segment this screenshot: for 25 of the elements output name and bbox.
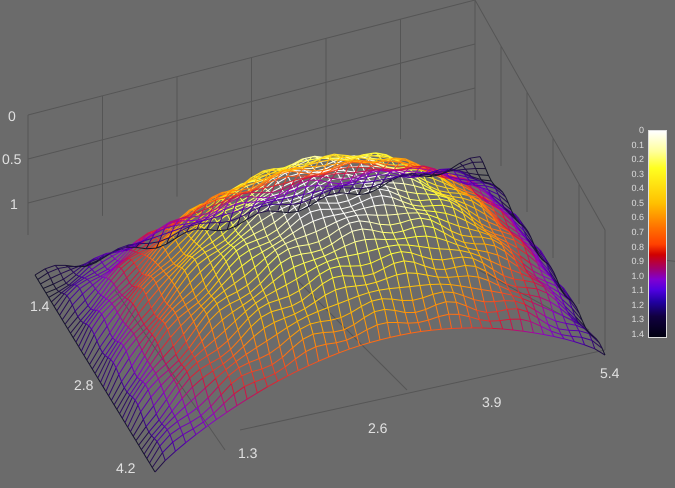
colorbar-tick-label: 1.2 (630, 300, 644, 310)
x-axis-tick-label: 3.9 (482, 394, 502, 410)
z-axis-tick-label: 0 (8, 108, 16, 124)
colorbar-tick-label: 0 (638, 125, 644, 135)
colorbar-tick-label: 0.4 (630, 183, 644, 194)
z-axis-tick-label: 0.5 (2, 151, 22, 167)
colorbar-tick-label: 1.0 (630, 270, 644, 281)
colorbar-tick-label: 0.6 (630, 212, 644, 222)
x-axis-tick-label: 5.4 (600, 365, 620, 381)
colorbar-tick-label: 0.5 (630, 198, 644, 208)
z-axis-tick-label: 1 (10, 196, 18, 212)
colorbar-tick-label: 1.3 (630, 314, 644, 324)
colorbar-tick-label: 0.7 (630, 227, 644, 237)
colorbar-tick-label: 0.1 (630, 140, 644, 150)
colorbar-tick-label: 1.4 (630, 329, 644, 339)
colorbar-tick-label: 0.8 (630, 242, 644, 252)
colorbar-tick-label: 0.3 (630, 168, 644, 179)
colorbar-tick-label: 0.9 (630, 256, 644, 266)
colorbar-tick-label: 0.2 (630, 154, 644, 164)
y-axis-tick-label: 4.2 (116, 460, 136, 476)
colorbar-tick-label: 1.1 (630, 285, 644, 296)
x-axis-tick-label: 1.3 (238, 445, 258, 461)
y-axis-tick-label: 2.8 (74, 377, 94, 393)
x-axis-tick-label: 2.6 (368, 420, 388, 436)
y-axis-tick-label: 1.4 (30, 298, 50, 314)
